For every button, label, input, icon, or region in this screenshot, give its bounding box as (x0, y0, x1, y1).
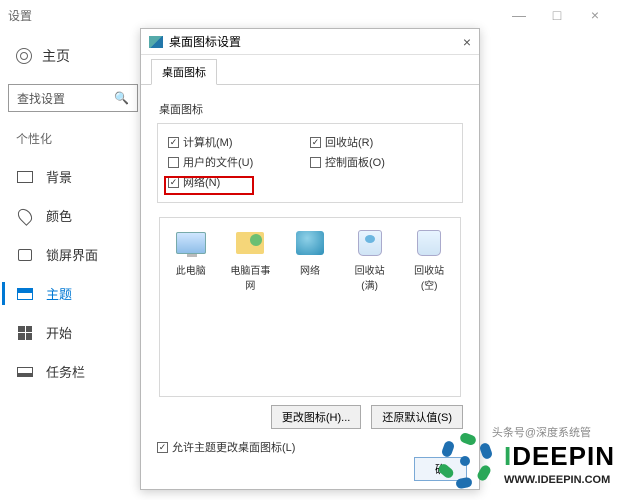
window-controls: — □ × (509, 7, 605, 23)
folder-icon (236, 232, 264, 254)
checkbox-icon (157, 442, 168, 453)
theme-icon (16, 287, 34, 301)
icon-this-pc[interactable]: 此电脑 (168, 228, 214, 388)
sidebar: 主页 查找设置 🔍 个性化 背景 颜色 锁屏界面 主题 开始 任务栏 (8, 40, 138, 391)
nav-label: 颜色 (46, 206, 72, 225)
taskbar-icon (16, 365, 34, 379)
icon-recycle-full[interactable]: 回收站(满) (347, 228, 393, 388)
checkbox-icon (168, 137, 179, 148)
nav-themes[interactable]: 主题 (8, 274, 138, 313)
tab-desktop-icons[interactable]: 桌面图标 (151, 59, 217, 85)
section-label: 个性化 (8, 126, 138, 157)
icon-label: 回收站(空) (406, 262, 452, 292)
checkbox-label: 控制面板(O) (325, 154, 385, 170)
checkbox-label: 允许主题更改桌面图标(L) (172, 439, 295, 455)
tab-row: 桌面图标 (141, 59, 479, 85)
icon-network[interactable]: 网络 (287, 228, 333, 388)
change-icon-button[interactable]: 更改图标(H)... (271, 405, 361, 429)
watermark: IDEEPIN WWW.IDEEPIN.COM (436, 432, 615, 494)
checkbox-icon (168, 157, 179, 168)
brand-text: IDEEPIN (504, 441, 615, 472)
image-icon (16, 170, 34, 184)
minimize-button[interactable]: — (509, 7, 529, 23)
checkbox-computer[interactable]: 计算机(M) (168, 132, 310, 152)
lock-icon (16, 248, 34, 262)
settings-window: 设置 — □ × 主页 查找设置 🔍 个性化 背景 颜色 锁屏界面 (0, 0, 621, 500)
swirl-logo-icon (436, 432, 498, 494)
dialog-body: 桌面图标 计算机(M) 回收站(R) 用户的文件(U) (141, 85, 479, 465)
nav-taskbar[interactable]: 任务栏 (8, 352, 138, 391)
nav-label: 开始 (46, 323, 72, 342)
nav-colors[interactable]: 颜色 (8, 196, 138, 235)
checkbox-label: 回收站(R) (325, 134, 373, 150)
home-label: 主页 (42, 46, 70, 66)
checkbox-recycle[interactable]: 回收站(R) (310, 132, 452, 152)
pc-icon (176, 232, 206, 254)
icon-label: 回收站(满) (347, 262, 393, 292)
nav-label: 任务栏 (46, 362, 85, 381)
icon-label: 网络 (287, 262, 333, 277)
network-icon (296, 231, 324, 255)
red-highlight-box (164, 176, 254, 195)
close-button[interactable]: × (585, 7, 605, 23)
icon-button-row: 更改图标(H)... 还原默认值(S) (157, 405, 463, 429)
icon-user-folder[interactable]: 电脑百事网 (228, 228, 274, 388)
icon-recycle-empty[interactable]: 回收站(空) (406, 228, 452, 388)
nav-lockscreen[interactable]: 锁屏界面 (8, 235, 138, 274)
nav-start[interactable]: 开始 (8, 313, 138, 352)
brand-url: WWW.IDEEPIN.COM (504, 474, 615, 486)
checkbox-icon (310, 157, 321, 168)
dialog-icon (149, 36, 163, 48)
dialog-titlebar: 桌面图标设置 × (141, 29, 479, 55)
maximize-button[interactable]: □ (547, 7, 567, 23)
dialog-title: 桌面图标设置 (169, 33, 241, 50)
search-placeholder: 查找设置 (17, 90, 65, 107)
nav-background[interactable]: 背景 (8, 157, 138, 196)
titlebar: 设置 — □ × (0, 0, 621, 30)
home-icon (16, 48, 32, 64)
nav-label: 锁屏界面 (46, 245, 98, 264)
recycle-empty-icon (417, 230, 441, 256)
checkbox-group: 计算机(M) 回收站(R) 用户的文件(U) 控制面板(O) (157, 123, 463, 203)
color-icon (16, 209, 34, 223)
restore-default-button[interactable]: 还原默认值(S) (371, 405, 463, 429)
home-button[interactable]: 主页 (8, 40, 138, 72)
search-icon: 🔍 (114, 91, 129, 105)
checkbox-icon (310, 137, 321, 148)
checkbox-userfiles[interactable]: 用户的文件(U) (168, 152, 310, 172)
checkbox-allow-themes[interactable]: 允许主题更改桌面图标(L) (157, 439, 463, 455)
dialog-close-button[interactable]: × (463, 34, 471, 50)
checkbox-label: 用户的文件(U) (183, 154, 253, 170)
group-label: 桌面图标 (159, 101, 463, 117)
desktop-icon-dialog: 桌面图标设置 × 桌面图标 桌面图标 计算机(M) 回收站(R) (140, 28, 480, 490)
search-input[interactable]: 查找设置 🔍 (8, 84, 138, 112)
checkbox-label: 计算机(M) (183, 134, 233, 150)
icon-label: 此电脑 (168, 262, 214, 277)
checkbox-control[interactable]: 控制面板(O) (310, 152, 452, 172)
recycle-full-icon (358, 230, 382, 256)
window-title: 设置 (8, 7, 509, 24)
icon-preview-list: 此电脑 电脑百事网 网络 回收站(满) 回收站(空) (159, 217, 461, 397)
nav-label: 主题 (46, 284, 72, 303)
watermark-text: IDEEPIN WWW.IDEEPIN.COM (504, 441, 615, 486)
start-icon (16, 326, 34, 340)
nav-label: 背景 (46, 167, 72, 186)
icon-label: 电脑百事网 (228, 262, 274, 292)
